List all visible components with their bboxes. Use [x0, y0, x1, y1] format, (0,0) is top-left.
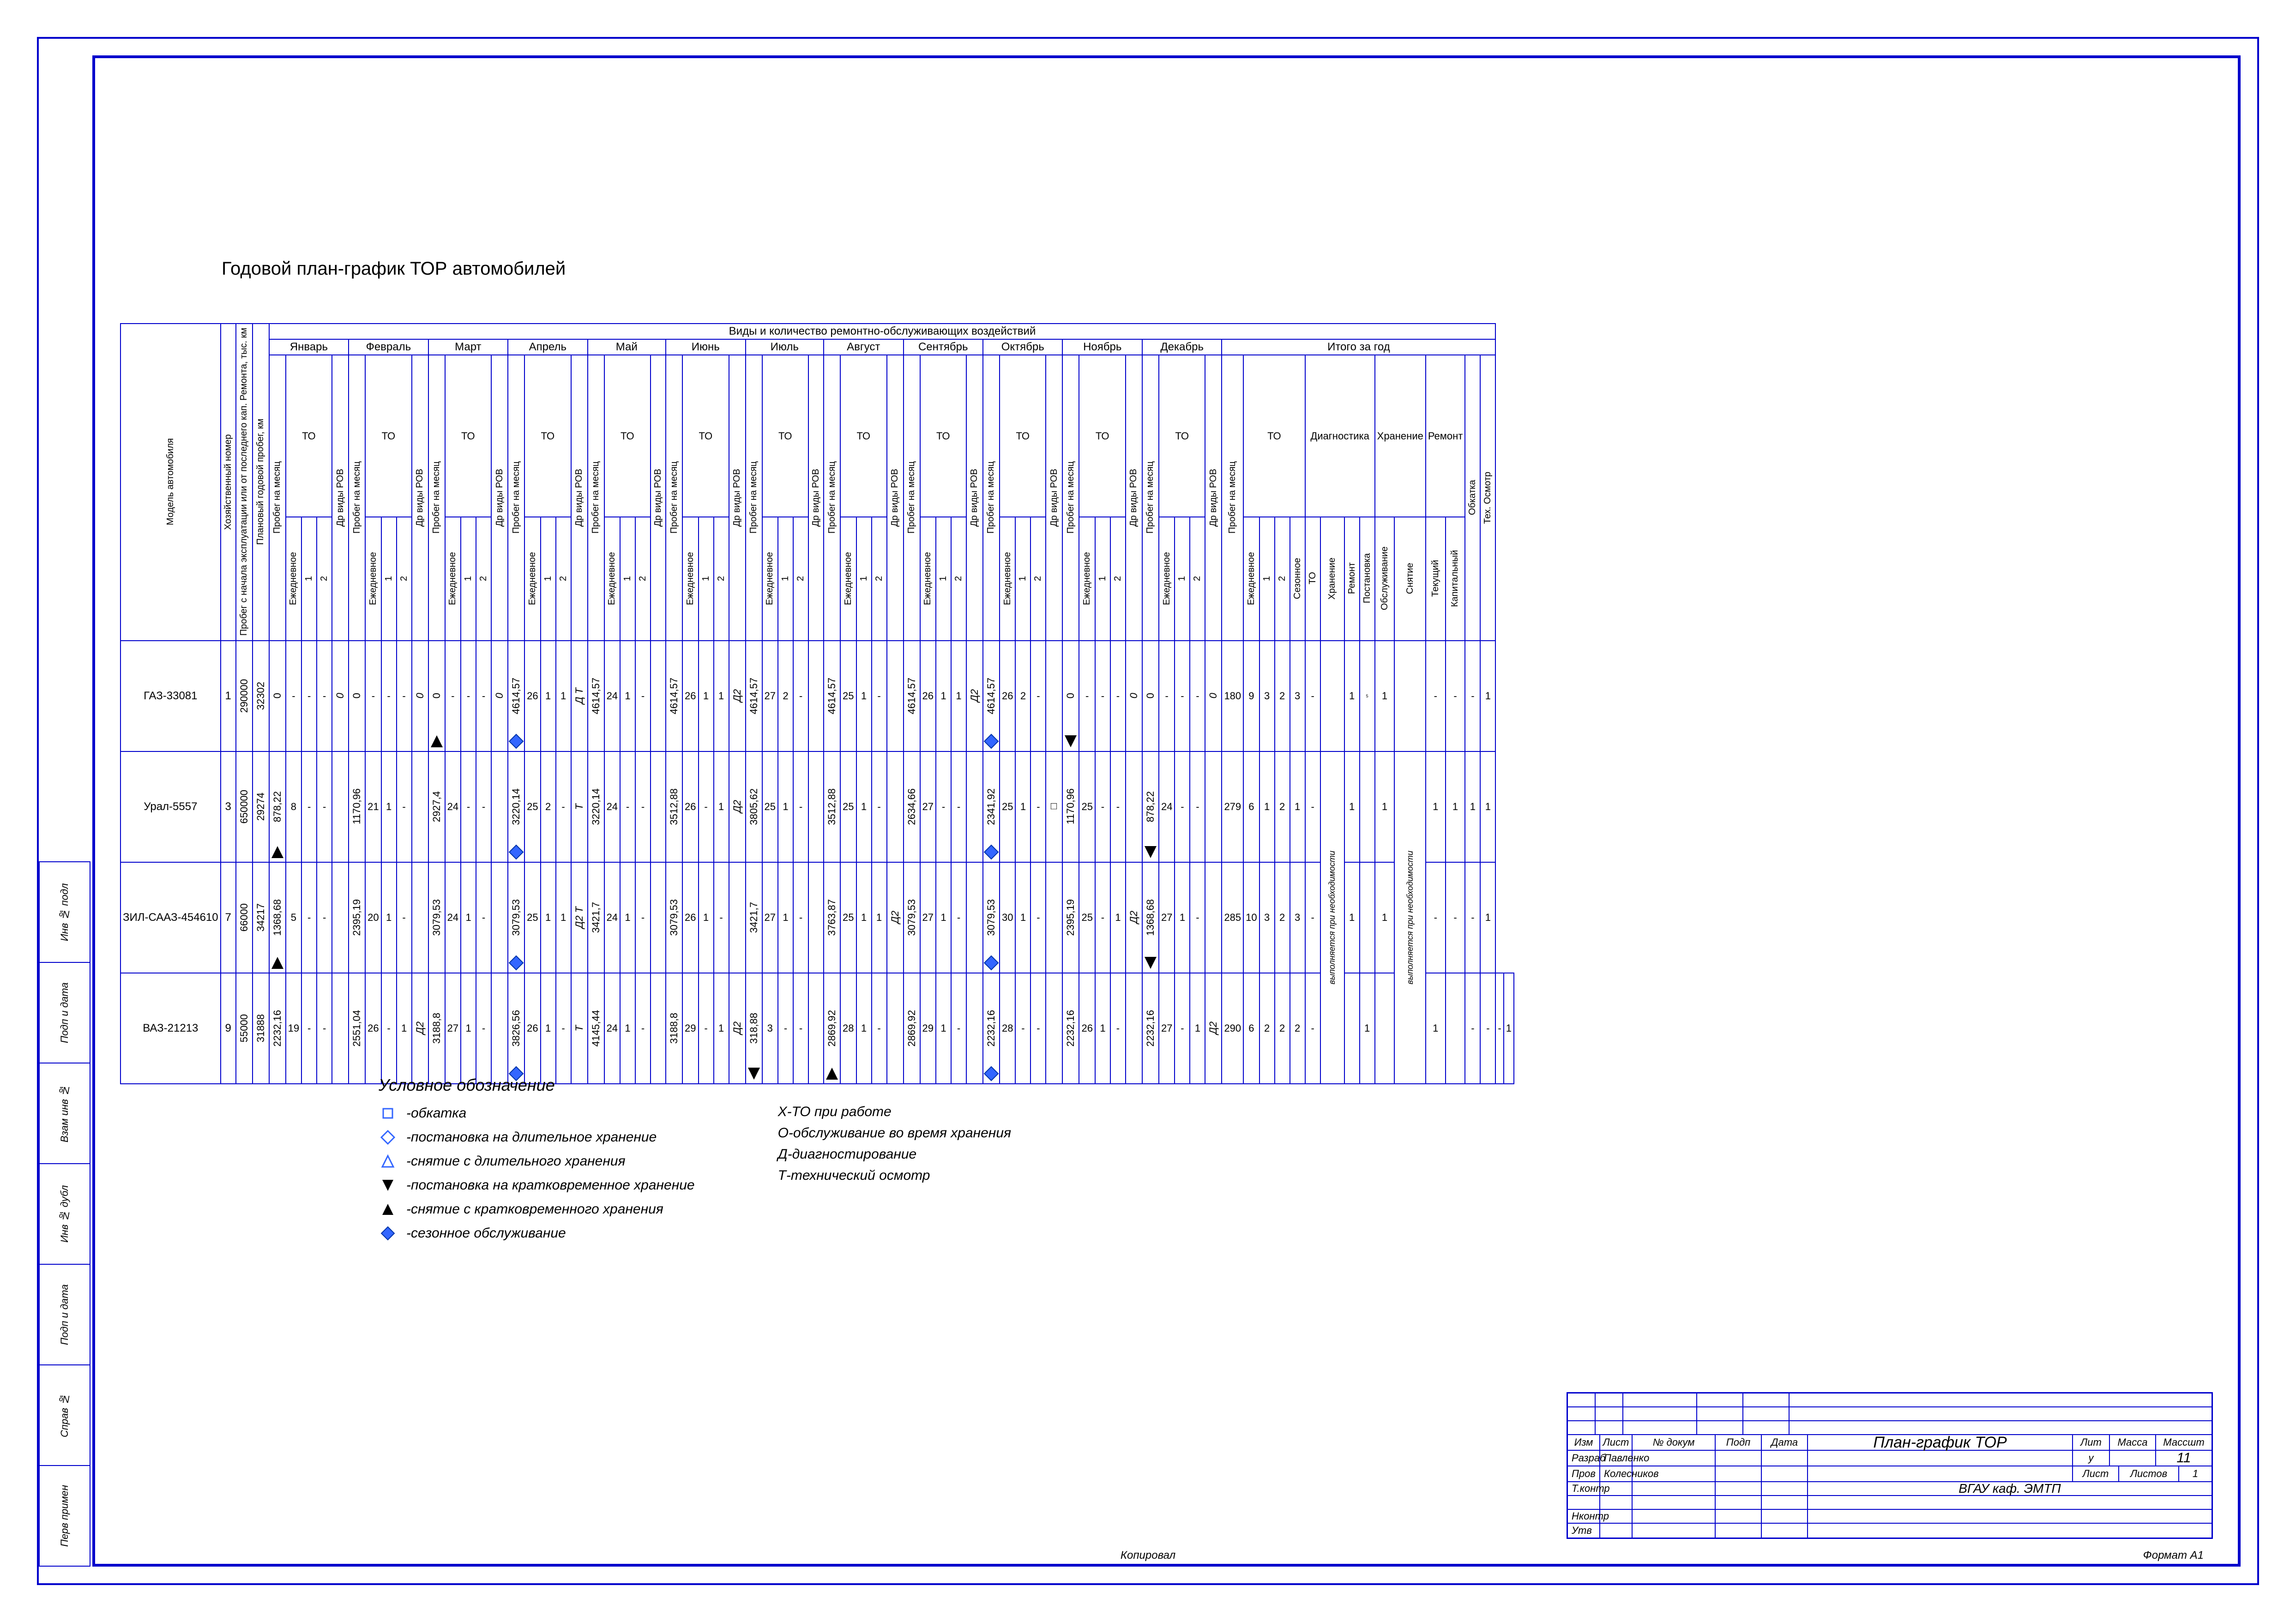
title-block: ИзмЛист№ докумПодпДатаПлан-график ТОРЛит… [1567, 1392, 2213, 1539]
format-label: Формат А1 [2143, 1549, 2204, 1562]
legend-text-item: О-обслуживание во время хранения [778, 1125, 1011, 1141]
legend-item: -снятие с кратковременного хранения [379, 1200, 695, 1219]
legend-item: -обкатка [379, 1104, 695, 1123]
legend-item: -постановка на кратковременное хранение [379, 1176, 695, 1195]
legend-title: Условное обозначение [379, 1075, 1011, 1095]
tri-up-icon [379, 1200, 397, 1219]
legend-item: -постановка на длительное хранение [379, 1128, 695, 1147]
legend-text-item: Т-технический осмотр [778, 1168, 1011, 1183]
tri-up-o-icon [379, 1152, 397, 1171]
legend-text: X-ТО при работе О-обслуживание во время х… [778, 1104, 1011, 1248]
legend-item: -сезонное обслуживание [379, 1224, 695, 1243]
sq-icon [379, 1104, 397, 1123]
dia-down-icon [379, 1128, 397, 1147]
plan-table: Модель автомобиляХозяйственный номерПроб… [120, 323, 1514, 1084]
stamp-cell: Инв № дубл [39, 1163, 90, 1265]
legend-text-item: Д-диагностирование [778, 1147, 1011, 1162]
tri-down-icon [379, 1176, 397, 1195]
stamp-cell: Справ № [39, 1364, 90, 1466]
stamp-cell: Инв № подл [39, 861, 90, 963]
stamp-cell: Взам инв № [39, 1063, 90, 1164]
stamp-cell: Подп и дата [39, 962, 90, 1063]
legend-text-item: X-ТО при работе [778, 1104, 1011, 1120]
stamp-cell: Подп и дата [39, 1264, 90, 1365]
legend-item: -снятие с длительного хранения [379, 1152, 695, 1171]
stamp-cell: Перв примен [39, 1465, 90, 1567]
legend: Условное обозначение -обкатка -постановка… [379, 1075, 1011, 1248]
drawing-sheet: Перв применСправ №Подп и датаИнв № дублВ… [0, 0, 2296, 1622]
legend-symbols: -обкатка -постановка на длительное хранен… [379, 1104, 695, 1248]
diamond-icon [379, 1224, 397, 1243]
page-title: Годовой план-график ТОР автомобилей [222, 258, 566, 279]
left-binding-stamps: Перв применСправ №Подп и датаИнв № дублВ… [39, 739, 90, 1567]
kopiroval-label: Копировал [1121, 1549, 1175, 1562]
